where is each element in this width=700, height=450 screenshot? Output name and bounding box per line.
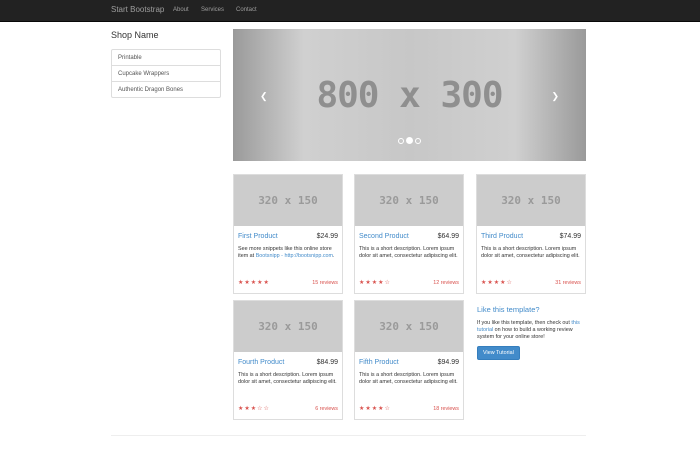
navbar-brand[interactable]: Start Bootstrap — [111, 5, 164, 14]
footer-divider — [111, 435, 586, 436]
product-image[interactable]: 320 x 150 — [355, 175, 463, 226]
product-image[interactable]: 320 x 150 — [355, 301, 463, 352]
product-image[interactable]: 320 x 150 — [234, 175, 342, 226]
star-rating: ★★★★☆ — [481, 280, 513, 286]
review-count: 6 reviews — [315, 406, 338, 412]
nav-link-about[interactable]: About — [173, 7, 189, 13]
product-card-second: 320 x 150 Second Product $64.99 This is … — [354, 174, 464, 294]
category-item-printable[interactable]: Printable — [111, 49, 221, 66]
bootsnipp-link[interactable]: Bootsnipp - http://bootsnipp.com — [256, 253, 333, 259]
product-card-fourth: 320 x 150 Fourth Product $84.99 This is … — [233, 300, 343, 420]
category-item-dragon-bones[interactable]: Authentic Dragon Bones — [111, 81, 221, 98]
carousel: 800 x 300 ❮ ❯ — [233, 29, 586, 161]
product-name-link[interactable]: Fourth Product — [238, 359, 284, 366]
product-name-link[interactable]: Third Product — [481, 233, 523, 240]
product-price: $64.99 — [437, 233, 459, 240]
product-description: See more snippets like this online store… — [238, 246, 335, 259]
product-description: This is a short description. Lorem ipsum… — [481, 246, 580, 259]
carousel-indicator-1[interactable] — [398, 138, 404, 144]
product-card-first: 320 x 150 First Product $24.99 See more … — [233, 174, 343, 294]
product-price: $94.99 — [437, 359, 459, 366]
product-description: This is a short description. Lorem ipsum… — [238, 372, 337, 385]
view-tutorial-button[interactable]: View Tutorial — [477, 346, 520, 360]
navbar: Start Bootstrap About Services Contact — [0, 0, 700, 22]
product-price: $74.99 — [559, 233, 581, 240]
nav-link-contact[interactable]: Contact — [236, 7, 257, 13]
category-list: Printable Cupcake Wrappers Authentic Dra… — [111, 49, 221, 98]
promo-title: Like this template? — [477, 305, 540, 314]
product-description: This is a short description. Lorem ipsum… — [359, 372, 458, 385]
review-count: 12 reviews — [433, 280, 459, 286]
product-card-third: 320 x 150 Third Product $74.99 This is a… — [476, 174, 586, 294]
promo-text: If you like this template, then check ou… — [477, 320, 580, 340]
tutorial-promo: Like this template? If you like this tem… — [477, 305, 587, 360]
category-item-cupcake-wrappers[interactable]: Cupcake Wrappers — [111, 65, 221, 82]
product-price: $84.99 — [316, 359, 338, 366]
product-name-link[interactable]: Fifth Product — [359, 359, 399, 366]
star-rating: ★★★☆☆ — [238, 406, 270, 412]
product-description: This is a short description. Lorem ipsum… — [359, 246, 458, 259]
product-price: $24.99 — [316, 233, 338, 240]
carousel-indicators — [233, 131, 586, 149]
product-name-link[interactable]: Second Product — [359, 233, 409, 240]
star-rating: ★★★★☆ — [359, 406, 391, 412]
chevron-left-icon[interactable]: ❮ — [260, 91, 268, 102]
product-image[interactable]: 320 x 150 — [234, 301, 342, 352]
product-image[interactable]: 320 x 150 — [477, 175, 585, 226]
review-count: 15 reviews — [312, 280, 338, 286]
review-count: 18 reviews — [433, 406, 459, 412]
carousel-indicator-3[interactable] — [415, 138, 421, 144]
shop-name-heading: Shop Name — [111, 30, 159, 40]
nav-link-services[interactable]: Services — [201, 7, 224, 13]
product-name-link[interactable]: First Product — [238, 233, 278, 240]
star-rating: ★★★★★ — [238, 280, 270, 286]
carousel-indicator-2[interactable] — [406, 137, 413, 144]
chevron-right-icon[interactable]: ❯ — [551, 91, 559, 102]
review-count: 31 reviews — [555, 280, 581, 286]
star-rating: ★★★★☆ — [359, 280, 391, 286]
product-card-fifth: 320 x 150 Fifth Product $94.99 This is a… — [354, 300, 464, 420]
carousel-slide-placeholder: 800 x 300 — [316, 75, 503, 116]
